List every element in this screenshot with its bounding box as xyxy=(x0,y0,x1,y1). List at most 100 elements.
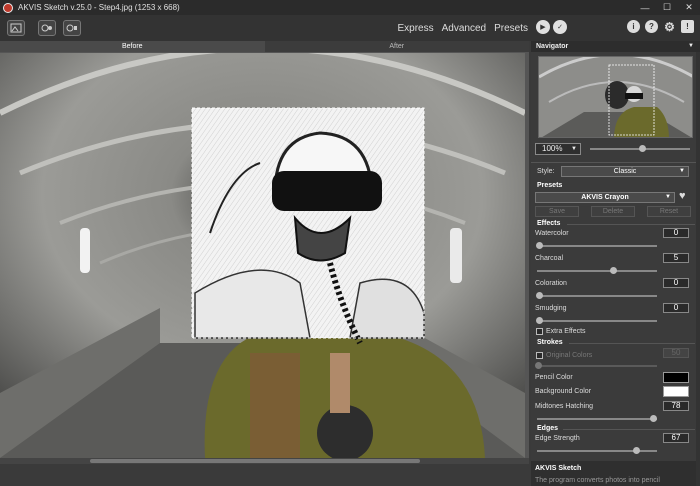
open-image-button[interactable] xyxy=(7,20,25,36)
tab-presets[interactable]: Presets xyxy=(494,23,528,34)
divider xyxy=(567,224,695,225)
effects-title: Effects xyxy=(537,220,561,227)
smudging-slider[interactable] xyxy=(537,320,657,322)
zoom-row: 100% ▼ xyxy=(535,143,697,157)
preset-select[interactable]: AKVIS Crayon ▼ xyxy=(535,192,675,203)
image-canvas[interactable] xyxy=(0,53,525,458)
divider xyxy=(531,162,700,163)
zoom-select[interactable]: 100% ▼ xyxy=(535,143,581,155)
style-value: Classic xyxy=(613,168,637,175)
extra-effects-label: Extra Effects xyxy=(546,328,586,335)
check-icon: ✓ xyxy=(557,24,563,31)
midtones-hatching-slider-knob[interactable] xyxy=(650,415,657,422)
midtones-hatching-value[interactable]: 78 xyxy=(663,401,689,411)
divider xyxy=(563,429,695,430)
coloration-value[interactable]: 0 xyxy=(663,278,689,288)
preset-value: AKVIS Crayon xyxy=(581,194,629,201)
charcoal-label: Charcoal xyxy=(535,255,564,262)
navigator-header: Navigator ▼ xyxy=(531,41,700,52)
edge-strength-slider-knob[interactable] xyxy=(633,447,640,454)
charcoal-slider-knob[interactable] xyxy=(610,267,617,274)
extra-effects-checkbox[interactable] xyxy=(536,328,543,335)
delete-preset-button[interactable]: Delete xyxy=(591,206,635,217)
chevron-down-icon: ▼ xyxy=(665,194,671,200)
run-button[interactable]: ▶ xyxy=(536,20,550,34)
smudging-slider-knob[interactable] xyxy=(536,317,543,324)
coloration-slider-knob[interactable] xyxy=(536,292,543,299)
coloration-slider[interactable] xyxy=(537,295,657,297)
style-label: Style: xyxy=(537,168,555,175)
zoom-slider-knob[interactable] xyxy=(639,145,646,152)
original-colors-label: Original Colors xyxy=(546,352,593,359)
window-title: AKVIS Sketch v.25.0 - Step4.jpg (1253 x … xyxy=(18,3,180,12)
tab-advanced[interactable]: Advanced xyxy=(442,23,486,34)
news-icon[interactable]: ! xyxy=(681,20,694,33)
watercolor-slider-knob[interactable] xyxy=(536,242,543,249)
presets-label: Presets xyxy=(537,182,563,189)
watercolor-slider[interactable] xyxy=(537,245,657,247)
tab-before[interactable]: Before xyxy=(0,41,265,53)
photo-preview xyxy=(0,53,525,458)
edge-strength-label: Edge Strength xyxy=(535,435,580,442)
background-color-label: Background Color xyxy=(535,388,592,395)
background-color-swatch[interactable] xyxy=(663,386,689,397)
pencil-color-swatch[interactable] xyxy=(663,372,689,383)
app-logo-icon xyxy=(3,2,13,13)
original-colors-checkbox[interactable] xyxy=(536,352,543,359)
original-colors-slider[interactable] xyxy=(537,365,657,367)
about-box: AKVIS Sketch The program converts photos… xyxy=(531,461,696,486)
chevron-down-icon: ▼ xyxy=(679,168,685,174)
edge-strength-value[interactable]: 67 xyxy=(663,433,689,443)
chevron-down-icon: ▼ xyxy=(571,146,577,152)
divider xyxy=(569,343,695,344)
navigator-thumbnail[interactable] xyxy=(538,56,693,138)
about-title: AKVIS Sketch xyxy=(535,465,582,472)
collapse-icon[interactable]: ▼ xyxy=(688,41,694,52)
watercolor-value[interactable]: 0 xyxy=(663,228,689,238)
apply-button[interactable]: ✓ xyxy=(553,20,567,34)
view-tabs: Before After xyxy=(0,41,529,53)
edges-title: Edges xyxy=(537,425,559,432)
settings-panel: Navigator ▼ 100% ▼ Style: Classic ▼ Preset… xyxy=(531,41,700,486)
batch-button[interactable] xyxy=(38,20,56,36)
charcoal-value[interactable]: 5 xyxy=(663,253,689,263)
close-button[interactable]: ✕ xyxy=(678,0,700,15)
image-icon xyxy=(10,23,22,33)
smudging-label: Smudging xyxy=(535,305,567,312)
original-colors-value[interactable]: 50 xyxy=(663,348,689,358)
charcoal-slider[interactable] xyxy=(537,270,657,272)
toolbar: Express Advanced Presets ▶ ✓ i ? ⚙ ! xyxy=(0,15,700,41)
coloration-label: Coloration xyxy=(535,280,567,287)
maximize-button[interactable]: ☐ xyxy=(656,0,678,15)
midtones-hatching-slider[interactable] xyxy=(537,418,657,420)
zoom-value: 100% xyxy=(542,144,563,153)
info-icon[interactable]: i xyxy=(627,20,640,33)
midtones-hatching-label: Midtones Hatching xyxy=(535,403,593,410)
tab-after[interactable]: After xyxy=(264,41,529,53)
reset-preset-button[interactable]: Reset xyxy=(647,206,691,217)
favorite-heart-icon[interactable]: ♥ xyxy=(679,190,686,202)
canvas-scrollbar-vertical[interactable] xyxy=(525,53,529,458)
pencil-color-label: Pencil Color xyxy=(535,374,573,381)
watercolor-label: Watercolor xyxy=(535,230,569,237)
status-bar xyxy=(0,464,529,486)
save-image-button[interactable] xyxy=(63,20,81,36)
original-colors-slider-knob[interactable] xyxy=(535,362,542,369)
help-icon[interactable]: ? xyxy=(645,20,658,33)
strokes-title: Strokes xyxy=(537,339,563,346)
batch-icon xyxy=(41,24,52,32)
about-text: The program converts photos into pencil xyxy=(535,477,660,484)
title-bar: AKVIS Sketch v.25.0 - Step4.jpg (1253 x … xyxy=(0,0,700,15)
navigator-title: Navigator xyxy=(536,43,569,50)
style-select[interactable]: Classic ▼ xyxy=(561,166,689,177)
save-icon xyxy=(66,24,77,32)
scroll-thumb[interactable] xyxy=(90,459,420,463)
smudging-value[interactable]: 0 xyxy=(663,303,689,313)
navigator-preview xyxy=(539,57,692,137)
save-preset-button[interactable]: Save xyxy=(535,206,579,217)
minimize-button[interactable]: — xyxy=(634,0,656,15)
play-icon: ▶ xyxy=(540,24,546,31)
tab-express[interactable]: Express xyxy=(397,23,433,34)
panel-scrollbar[interactable] xyxy=(696,52,700,486)
settings-icon[interactable]: ⚙ xyxy=(663,20,676,34)
